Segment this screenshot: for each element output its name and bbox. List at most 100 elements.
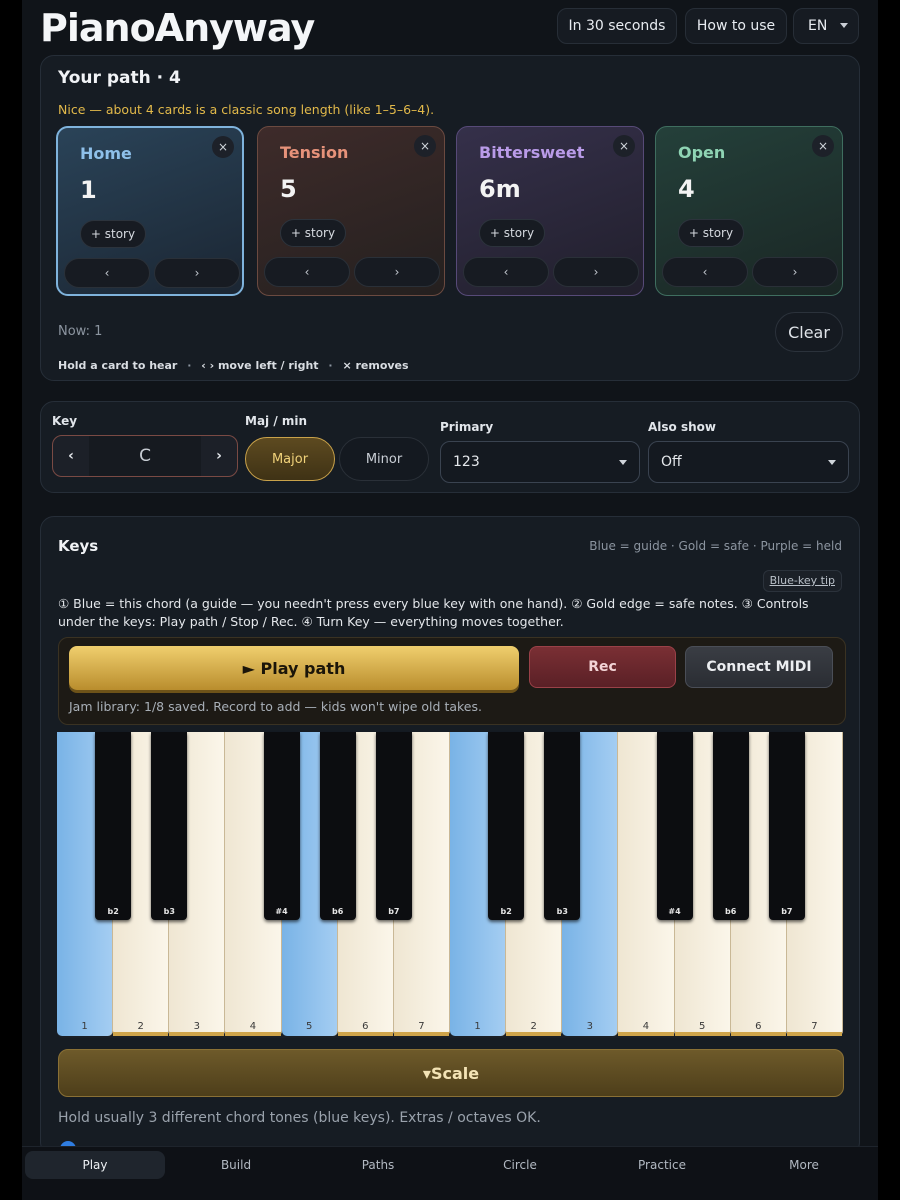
path-card-bittersweet[interactable]: Bittersweet 6m × + story ‹ › (456, 126, 644, 296)
move-left-button[interactable]: ‹ (463, 257, 549, 287)
primary-select[interactable]: 123 (440, 441, 640, 483)
jam-library-status: Jam library: 1/8 saved. Record to add — … (69, 699, 482, 714)
move-right-button[interactable]: › (553, 257, 639, 287)
card-degree: 4 (678, 175, 695, 203)
remove-card-icon[interactable]: × (212, 136, 234, 158)
connect-midi-button[interactable]: Connect MIDI (685, 646, 833, 688)
play-path-button[interactable]: ► Play path (69, 646, 519, 690)
primary-label: Primary (440, 420, 494, 434)
black-key-label: b6 (332, 907, 344, 916)
path-card-tension[interactable]: Tension 5 × + story ‹ › (257, 126, 445, 296)
add-story-button[interactable]: + story (479, 219, 545, 247)
black-key[interactable]: #4 (656, 732, 693, 920)
card-name: Bittersweet (479, 143, 585, 162)
tab-play[interactable]: Play (25, 1151, 165, 1179)
move-right-button[interactable]: › (354, 257, 440, 287)
black-key[interactable]: b7 (768, 732, 805, 920)
keys-legend: Blue = guide · Gold = safe · Purple = he… (589, 539, 842, 553)
help-separator: · (328, 359, 333, 372)
black-key[interactable]: b3 (151, 732, 188, 920)
bottom-tab-bar: Play Build Paths Circle Practice More (22, 1146, 878, 1200)
path-hint: Nice — about 4 cards is a classic song l… (58, 102, 435, 117)
key-next-button[interactable]: › (201, 448, 237, 464)
move-left-button[interactable]: ‹ (662, 257, 748, 287)
chevron-down-icon (840, 23, 848, 28)
black-key-label: b2 (107, 907, 119, 916)
path-card-open[interactable]: Open 4 × + story ‹ › (655, 126, 843, 296)
controls-panel: Key ‹ C › Maj / min Major Minor Primary … (40, 401, 860, 493)
remove-card-icon[interactable]: × (414, 135, 436, 157)
keys-title: Keys (58, 537, 99, 555)
card-degree: 1 (80, 176, 97, 204)
keys-footer-hint: Hold usually 3 different chord tones (bl… (58, 1110, 541, 1126)
add-story-button[interactable]: + story (280, 219, 346, 247)
transport-bar: ► Play path Rec Connect MIDI Jam library… (58, 637, 846, 725)
major-toggle[interactable]: Major (245, 437, 335, 481)
white-key-label: 2 (530, 1021, 537, 1032)
how-to-use-button[interactable]: How to use (685, 8, 787, 44)
key-prev-button[interactable]: ‹ (53, 448, 89, 464)
language-value: EN (808, 18, 828, 34)
language-select[interactable]: EN (793, 8, 859, 44)
black-key[interactable]: b7 (375, 732, 412, 920)
in-30-seconds-button[interactable]: In 30 seconds (557, 8, 677, 44)
chevron-down-icon (828, 460, 836, 465)
keys-instructions: ① Blue = this chord (a guide — you needn… (58, 596, 809, 629)
move-right-button[interactable]: › (154, 258, 240, 288)
move-left-button[interactable]: ‹ (64, 258, 150, 288)
black-key-label: b3 (163, 907, 175, 916)
white-key-label: 6 (362, 1021, 369, 1032)
also-show-label: Also show (648, 420, 716, 434)
white-key-label: 3 (586, 1021, 594, 1032)
add-story-button[interactable]: + story (678, 219, 744, 247)
black-key[interactable]: b3 (544, 732, 581, 920)
tab-practice[interactable]: Practice (592, 1151, 732, 1179)
help-separator: · (187, 359, 192, 372)
minor-toggle[interactable]: Minor (339, 437, 429, 481)
card-name: Tension (280, 143, 349, 162)
also-show-select[interactable]: Off (648, 441, 849, 483)
clear-button[interactable]: Clear (775, 312, 843, 352)
card-name: Open (678, 143, 726, 162)
tab-circle[interactable]: Circle (450, 1151, 590, 1179)
black-key-label: b7 (781, 907, 793, 916)
tab-build[interactable]: Build (166, 1151, 306, 1179)
app-logo: PianoAnyway (40, 6, 315, 50)
safe-note-edge (169, 1032, 225, 1036)
black-key[interactable]: #4 (263, 732, 300, 920)
scale-toggle-button[interactable]: ▾Scale (58, 1049, 844, 1097)
black-key[interactable]: b2 (95, 732, 132, 920)
record-button[interactable]: Rec (529, 646, 676, 688)
path-title: Your path · 4 (58, 68, 181, 88)
add-story-button[interactable]: + story (80, 220, 146, 248)
white-key-label: 4 (642, 1021, 650, 1032)
key-stepper[interactable]: ‹ C › (52, 435, 238, 477)
white-key-label: 2 (137, 1021, 144, 1032)
black-key[interactable]: b6 (319, 732, 356, 920)
white-key-label: 4 (249, 1021, 257, 1032)
chevron-down-icon (619, 460, 627, 465)
tab-more[interactable]: More (734, 1151, 874, 1179)
path-card-home[interactable]: Home 1 × + story ‹ › (56, 126, 244, 296)
black-key[interactable]: b2 (488, 732, 525, 920)
help-hold: Hold a card to hear (58, 359, 178, 372)
card-degree: 5 (280, 175, 297, 203)
remove-card-icon[interactable]: × (613, 135, 635, 157)
blue-key-tip-button[interactable]: Blue-key tip (762, 570, 842, 592)
tab-paths[interactable]: Paths (308, 1151, 448, 1179)
white-key-label: 6 (755, 1021, 762, 1032)
now-indicator: Now: 1 (58, 324, 103, 339)
safe-note-edge (618, 1032, 674, 1036)
safe-note-edge (786, 1032, 842, 1036)
card-degree: 6m (479, 175, 521, 203)
white-key-label: 3 (193, 1021, 201, 1032)
remove-card-icon[interactable]: × (812, 135, 834, 157)
white-key-label: 1 (81, 1021, 88, 1032)
move-left-button[interactable]: ‹ (264, 257, 350, 287)
piano-keyboard: 1 2 3 4 5 6 7 1 2 3 4 5 6 7 b2 b3 #4 b6 b7 b2 b3 #4 b6 b7 (57, 732, 843, 1038)
white-key-label: 7 (418, 1021, 425, 1032)
move-right-button[interactable]: › (752, 257, 838, 287)
safe-note-edge (674, 1032, 730, 1036)
safe-note-edge (506, 1032, 562, 1036)
black-key[interactable]: b6 (712, 732, 749, 920)
